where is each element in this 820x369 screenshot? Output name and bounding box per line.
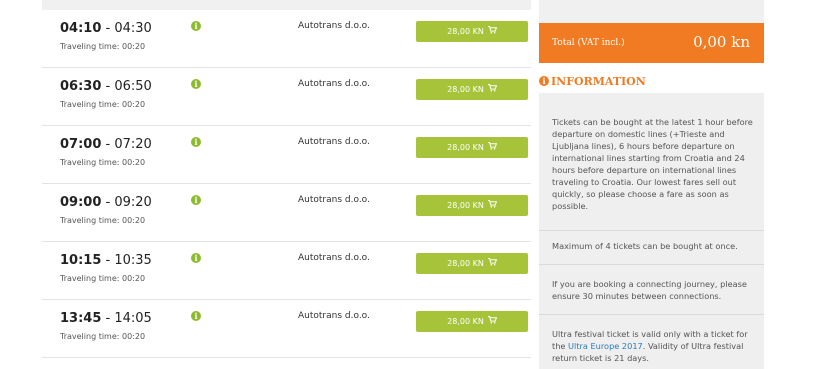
results-list: 04:10 - 04:30 Traveling time: 00:20 i Autot… xyxy=(42,0,531,369)
price-buy-button[interactable]: 28,00 KN xyxy=(416,253,528,274)
carrier-name: Autotrans d.o.o. xyxy=(298,311,370,321)
info-circle-icon[interactable]: i xyxy=(191,253,201,263)
price-label: 28,00 KN xyxy=(447,143,484,152)
arrival-time: 07:20 xyxy=(114,137,152,152)
shopping-cart-icon xyxy=(487,311,497,332)
result-row: 06:30 - 06:50 Traveling time: 00:20 i Autot… xyxy=(42,68,531,126)
price-buy-button[interactable]: 28,00 KN xyxy=(416,311,528,332)
arrival-time: 10:35 xyxy=(114,253,152,268)
information-box: Tickets can be bought at the latest 1 ho… xyxy=(539,93,764,369)
carrier-name: Autotrans d.o.o. xyxy=(298,137,370,147)
result-row: 13:45 - 14:05 Traveling time: 00:20 i Autot… xyxy=(42,300,531,358)
arrival-time: 14:05 xyxy=(114,311,152,326)
result-row: 10:15 - 10:35 Traveling time: 00:20 i Autot… xyxy=(42,242,531,300)
price-label: 28,00 KN xyxy=(447,201,484,210)
sidebar: Total (VAT incl.) 0,00 kn i INFORMATION … xyxy=(539,0,764,369)
arrival-time: 09:20 xyxy=(114,195,152,210)
info-paragraph: Tickets can be bought at the latest 1 ho… xyxy=(552,117,753,211)
arrival-time: 04:30 xyxy=(114,21,152,36)
information-heading: i INFORMATION xyxy=(539,72,764,92)
price-label: 28,00 KN xyxy=(447,259,484,268)
ultra-europe-link[interactable]: Ultra Europe 2017 xyxy=(568,341,643,351)
info-circle-icon[interactable]: i xyxy=(191,195,201,205)
traveling-time: Traveling time: 00:20 xyxy=(60,216,146,225)
price-buy-button[interactable]: 28,00 KN xyxy=(416,21,528,42)
info-circle-icon[interactable]: i xyxy=(191,137,201,147)
result-row: 07:00 - 07:20 Traveling time: 00:20 i Autot… xyxy=(42,126,531,184)
price-buy-button[interactable]: 28,00 KN xyxy=(416,79,528,100)
time-separator: - xyxy=(101,311,115,326)
departure-time: 09:00 xyxy=(60,195,102,210)
traveling-time: Traveling time: 00:20 xyxy=(60,42,146,51)
info-circle-icon[interactable]: i xyxy=(191,21,201,31)
departure-time: 07:00 xyxy=(60,137,102,152)
info-paragraph-ultra: Ultra festival ticket is valid only with… xyxy=(552,328,757,364)
price-buy-button[interactable]: 28,00 KN xyxy=(416,195,528,216)
divider xyxy=(539,314,764,315)
time-separator: - xyxy=(101,195,115,210)
sidebar-top-strip xyxy=(539,0,764,23)
time-separator: - xyxy=(101,79,115,94)
result-row: 09:00 - 09:20 Traveling time: 00:20 i Autot… xyxy=(42,184,531,242)
divider xyxy=(539,230,764,231)
departure-arrival-time: 07:00 - 07:20 xyxy=(60,137,152,152)
departure-time: 13:45 xyxy=(60,311,102,326)
time-separator: - xyxy=(101,253,115,268)
shopping-cart-icon xyxy=(487,195,497,216)
departure-arrival-time: 06:30 - 06:50 xyxy=(60,79,152,94)
departure-arrival-time: 09:00 - 09:20 xyxy=(60,195,152,210)
info-paragraph: If you are booking a connecting journey,… xyxy=(552,279,747,301)
total-value: 0,00 kn xyxy=(693,33,750,51)
shopping-cart-icon xyxy=(487,137,497,158)
carrier-name: Autotrans d.o.o. xyxy=(298,195,370,205)
carrier-name: Autotrans d.o.o. xyxy=(298,253,370,263)
info-circle-icon: i xyxy=(539,76,549,86)
info-circle-icon[interactable]: i xyxy=(191,311,201,321)
total-bar: Total (VAT incl.) 0,00 kn xyxy=(539,23,764,63)
carrier-name: Autotrans d.o.o. xyxy=(298,21,370,31)
time-separator: - xyxy=(101,21,115,36)
total-label: Total (VAT incl.) xyxy=(552,38,625,48)
price-label: 28,00 KN xyxy=(447,317,484,326)
departure-time: 10:15 xyxy=(60,253,102,268)
traveling-time: Traveling time: 00:20 xyxy=(60,274,146,283)
traveling-time: Traveling time: 00:20 xyxy=(60,332,146,341)
departure-arrival-time: 13:45 - 14:05 xyxy=(60,311,152,326)
departure-arrival-time: 10:15 - 10:35 xyxy=(60,253,152,268)
time-separator: - xyxy=(101,137,115,152)
divider xyxy=(539,264,764,265)
info-circle-icon[interactable]: i xyxy=(191,79,201,89)
shopping-cart-icon xyxy=(487,21,497,42)
shopping-cart-icon xyxy=(487,79,497,100)
traveling-time: Traveling time: 00:20 xyxy=(60,100,146,109)
carrier-name: Autotrans d.o.o. xyxy=(298,79,370,89)
price-buy-button[interactable]: 28,00 KN xyxy=(416,137,528,158)
departure-arrival-time: 04:10 - 04:30 xyxy=(60,21,152,36)
traveling-time: Traveling time: 00:20 xyxy=(60,158,146,167)
price-label: 28,00 KN xyxy=(447,85,484,94)
information-title: INFORMATION xyxy=(551,75,646,88)
result-row: 04:10 - 04:30 Traveling time: 00:20 i Autot… xyxy=(42,10,531,68)
arrival-time: 06:50 xyxy=(114,79,152,94)
info-paragraph: Maximum of 4 tickets can be bought at on… xyxy=(552,241,738,251)
price-label: 28,00 KN xyxy=(447,27,484,36)
departure-time: 04:10 xyxy=(60,21,102,36)
shopping-cart-icon xyxy=(487,253,497,274)
departure-time: 06:30 xyxy=(60,79,102,94)
results-top-bar xyxy=(42,0,531,10)
